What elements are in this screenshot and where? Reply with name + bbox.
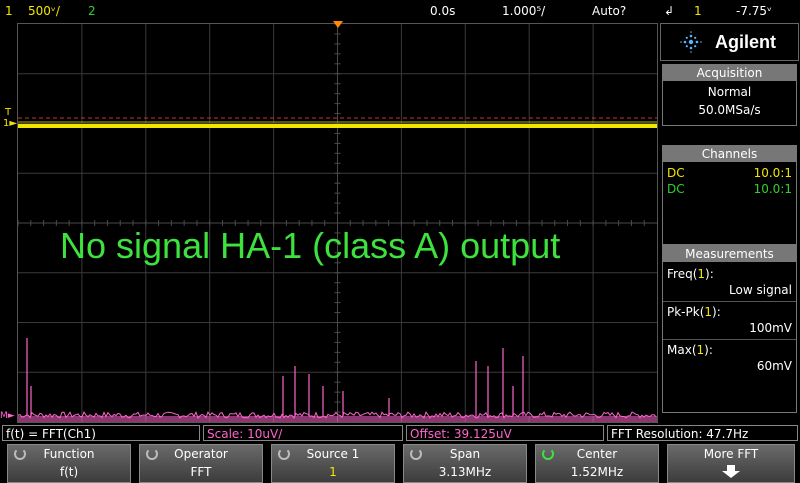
softkey-value: 1.52MHz: [570, 465, 624, 479]
channel-coupling: DC: [667, 166, 685, 180]
measurements-header: Measurements: [663, 246, 796, 262]
acquisition-mode: Normal: [707, 85, 752, 99]
measurement-value: 100mV: [749, 321, 792, 335]
offset-status: Offset: 39.125uV: [406, 425, 604, 441]
trigger-time-marker[interactable]: [333, 21, 343, 28]
softkey-value: 1: [329, 465, 337, 479]
softkey-value: FFT: [190, 465, 212, 479]
sample-rate: 50.0MSa/s: [698, 103, 761, 117]
channel-probe: 10.0:1: [753, 182, 792, 196]
measurement-value: 60mV: [756, 359, 792, 373]
channel-row: DC 10.0:1: [663, 181, 796, 197]
time-scale[interactable]: 1.000⁵/: [502, 4, 545, 18]
ch2-number[interactable]: 2: [88, 4, 96, 18]
fft-resolution-status: FFT Resolution: 47.7Hz: [607, 425, 798, 441]
ch1-ground-marker[interactable]: 1►: [3, 118, 17, 129]
measurement-label: Freq(1):: [667, 267, 714, 281]
measurements-panel[interactable]: Measurements Freq(1): Low signal Pk-Pk(1…: [662, 245, 797, 413]
measurement-value: Low signal: [729, 283, 792, 297]
measurement-channel: 1: [697, 267, 706, 281]
math-marker[interactable]: M►: [0, 411, 15, 421]
softkey-title: Operator: [174, 447, 228, 461]
measurement-label: Max(1):: [663, 339, 796, 358]
softkey-title: Source 1: [306, 447, 360, 461]
trigger-level[interactable]: -7.75ᵛ: [736, 4, 772, 18]
softkey-value: f(t): [59, 465, 79, 479]
softkey-value: 3.13MHz: [438, 465, 492, 479]
math-status-bar: f(t) = FFT(Ch1) Scale: 10uV/ Offset: 39.…: [0, 424, 800, 442]
operator-softkey[interactable]: Operator FFT: [139, 444, 263, 483]
channel-probe: 10.0:1: [753, 166, 792, 180]
source1-softkey[interactable]: Source 1 1: [271, 444, 395, 483]
measurement-channel: 1: [704, 305, 713, 319]
function-status: f(t) = FFT(Ch1): [2, 425, 200, 441]
center-softkey[interactable]: Center 1.52MHz: [535, 444, 659, 483]
down-arrow-icon: [668, 465, 794, 482]
trigger-source[interactable]: 1: [694, 4, 702, 18]
softkey-bar: Function f(t) Operator FFT Source 1 1 Sp…: [0, 444, 800, 483]
softkey-title: Center: [576, 447, 618, 461]
brand-name: Agilent: [715, 32, 776, 52]
measurement-name: Pk-Pk: [667, 305, 700, 319]
function-softkey[interactable]: Function f(t): [7, 444, 131, 483]
channels-header: Channels: [663, 146, 796, 162]
measurement-label: Pk-Pk(1):: [663, 301, 796, 320]
trigger-mode[interactable]: Auto?: [592, 4, 626, 18]
channel-row: DC 10.0:1: [663, 165, 796, 181]
scale-status: Scale: 10uV/: [203, 425, 403, 441]
softkey-title: Span: [449, 447, 481, 461]
waveform-display[interactable]: [17, 23, 658, 423]
agilent-spark-logo: [680, 31, 702, 53]
brand-box: Agilent: [660, 23, 799, 61]
measurement-name: Max: [667, 343, 692, 357]
ch1-number[interactable]: 1: [5, 4, 13, 18]
ch1-scale[interactable]: 500ᵛ/: [28, 4, 60, 18]
span-softkey[interactable]: Span 3.13MHz: [403, 444, 527, 483]
top-status-bar: 1 500ᵛ/ 2 0.0s 1.000⁵/ Auto? ↲ 1 -7.75ᵛ: [0, 0, 800, 22]
more-fft-softkey[interactable]: More FFT: [667, 444, 795, 483]
fft-baseline: [18, 416, 657, 422]
softkey-title: Function: [43, 447, 95, 461]
time-position[interactable]: 0.0s: [430, 4, 455, 18]
ch1-trace: [18, 124, 657, 128]
graticule: [18, 24, 657, 422]
acquisition-panel[interactable]: Acquisition Normal 50.0MSa/s: [662, 64, 797, 126]
trigger-level-marker[interactable]: T: [5, 107, 11, 118]
channels-panel[interactable]: Channels DC 10.0:1 DC 10.0:1: [662, 145, 797, 245]
softkey-title: More FFT: [703, 447, 759, 461]
rising-edge-icon: ↲: [664, 4, 675, 18]
measurement-channel: 1: [696, 343, 705, 357]
channel-coupling: DC: [667, 182, 685, 196]
annotation-text: No signal HA-1 (class A) output: [60, 225, 561, 266]
acquisition-header: Acquisition: [663, 65, 796, 81]
measurement-name: Freq: [667, 267, 693, 281]
side-panel: Agilent Acquisition Normal 50.0MSa/s Cha…: [660, 23, 799, 423]
